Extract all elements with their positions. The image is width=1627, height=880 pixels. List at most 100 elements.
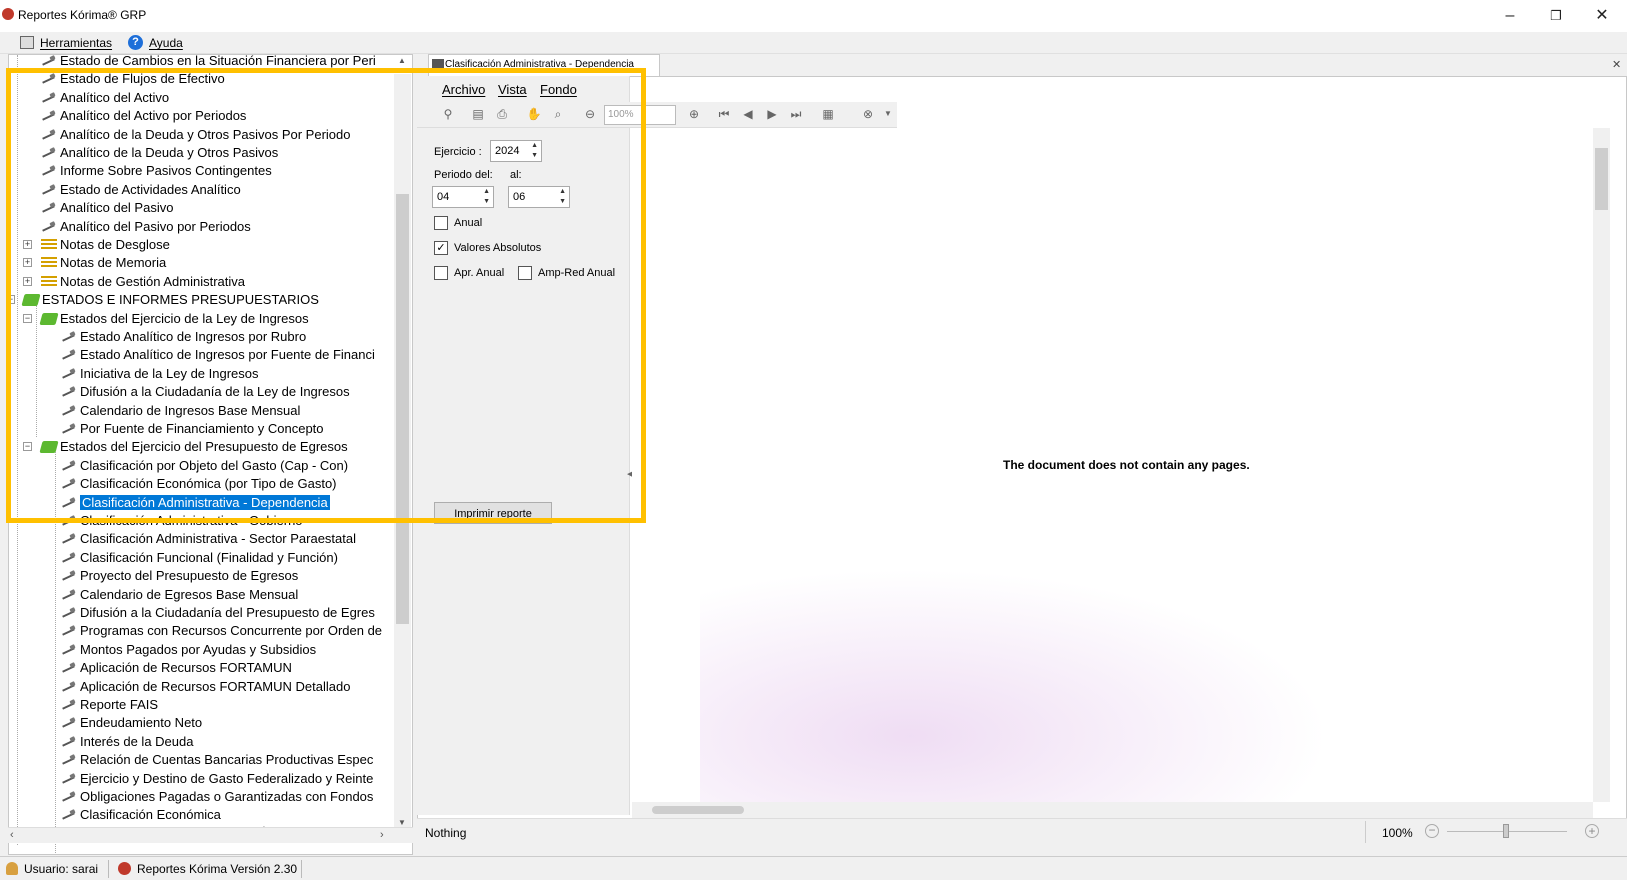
- tree-item[interactable]: Notas de Gestión Administrativa: [41, 273, 245, 291]
- tree-item[interactable]: Calendario de Ingresos Base Mensual: [61, 402, 300, 420]
- tree-item[interactable]: Difusión a la Ciudadanía de la Ley de In…: [61, 383, 350, 401]
- tree-item[interactable]: Clasificación por Objeto del Gasto (Cap …: [61, 457, 348, 475]
- tree-item[interactable]: Programas con Recursos Concurrente por O…: [61, 622, 382, 640]
- prev-page-icon[interactable]: ◀: [740, 106, 756, 122]
- tree-item[interactable]: Relación de Cuentas Bancarias Productiva…: [61, 751, 373, 769]
- tree-item[interactable]: Aplicación de Recursos FORTAMUN Detallad…: [61, 678, 350, 696]
- tree-item[interactable]: Clasificación Administrativa - Gobierno: [61, 512, 303, 530]
- expand-icon[interactable]: +: [23, 240, 32, 249]
- tree-item[interactable]: Clasificación Funcional (Finalidad y Fun…: [61, 549, 338, 567]
- spinner-arrows-icon[interactable]: ▲ ▼: [483, 187, 490, 207]
- tree-item[interactable]: Ejercicio y Destino de Gasto Federalizad…: [61, 770, 373, 788]
- last-page-icon[interactable]: ⏭: [788, 106, 804, 122]
- expand-icon[interactable]: +: [23, 258, 32, 268]
- periodo-from-spinner[interactable]: 04 ▲ ▼: [432, 186, 494, 208]
- menu-tools[interactable]: Herramientas: [40, 36, 112, 50]
- zoom-out-icon[interactable]: ⊖: [582, 106, 598, 122]
- first-page-icon[interactable]: ⏮: [716, 106, 732, 122]
- zoom-out-button[interactable]: −: [1425, 824, 1439, 838]
- tree-item[interactable]: ESTADOS E INFORMES PRESUPUESTARIOS: [21, 291, 319, 309]
- periodo-to-spinner[interactable]: 06 ▲ ▼: [508, 186, 570, 208]
- ejercicio-spinner[interactable]: 2024 ▲ ▼: [490, 140, 542, 162]
- spinner-arrows-icon[interactable]: ▲ ▼: [531, 141, 538, 161]
- tree-item[interactable]: Proyecto del Presupuesto de Egresos: [61, 567, 298, 585]
- close-preview-icon[interactable]: ⊗: [860, 106, 876, 122]
- zoom-in-icon[interactable]: ⊕: [686, 106, 702, 122]
- tree-item-label: Calendario de Ingresos Base Mensual: [80, 402, 301, 418]
- export-icon[interactable]: ▦: [820, 106, 836, 122]
- tree-item[interactable]: Informe Sobre Pasivos Contingentes: [41, 162, 272, 180]
- tree-item[interactable]: Clasificación Administrativa - Dependenc…: [61, 494, 330, 512]
- tree-horizontal-scrollbar[interactable]: ‹ ›: [8, 827, 413, 843]
- scroll-right-icon[interactable]: ›: [380, 829, 384, 841]
- tab-report[interactable]: Clasificación Administrativa - Dependenc…: [428, 54, 660, 76]
- anual-checkbox[interactable]: [434, 216, 448, 230]
- tree-item[interactable]: Analítico del Pasivo: [41, 199, 173, 217]
- tree-item[interactable]: Estado de Flujos de Efectivo: [41, 70, 225, 88]
- next-page-icon[interactable]: ▶: [764, 106, 780, 122]
- tree-item[interactable]: Difusión a la Ciudadanía del Presupuesto…: [61, 604, 375, 622]
- tree-item[interactable]: Estados del Ejercicio del Presupuesto de…: [39, 438, 348, 456]
- zoom-slider-thumb[interactable]: [1503, 824, 1509, 838]
- tree-item[interactable]: Por Fuente de Financiamiento y Concepto: [61, 420, 324, 438]
- tree-item[interactable]: Estado de Cambios en la Situación Financ…: [41, 54, 376, 70]
- scroll-left-icon[interactable]: ‹: [10, 829, 14, 841]
- tree-item[interactable]: Reporte FAIS: [61, 696, 158, 714]
- tree-item[interactable]: Montos Pagados por Ayudas y Subsidios: [61, 641, 316, 659]
- spinner-arrows-icon[interactable]: ▲ ▼: [559, 187, 566, 207]
- tab-close-button[interactable]: ✕: [1612, 58, 1621, 71]
- menu-help[interactable]: Ayuda: [149, 36, 183, 50]
- zoom-in-button[interactable]: +: [1585, 824, 1599, 838]
- tree-item[interactable]: Analítico del Activo: [41, 89, 169, 107]
- preview-horizontal-scrollbar[interactable]: [632, 802, 1593, 818]
- magnifier-icon[interactable]: ⌕: [550, 106, 566, 122]
- open-icon[interactable]: ▤: [470, 106, 486, 122]
- print-icon[interactable]: ⎙: [494, 106, 510, 122]
- menu-vista[interactable]: Vista: [498, 82, 527, 97]
- print-report-button[interactable]: Imprimir reporte: [434, 502, 552, 524]
- preview-vertical-scrollbar[interactable]: [1593, 128, 1610, 802]
- expand-icon[interactable]: +: [23, 276, 32, 286]
- tree-item[interactable]: Interés de la Deuda: [61, 733, 193, 751]
- tree-item[interactable]: Endeudamiento Neto: [61, 714, 202, 732]
- valores-absolutos-checkbox[interactable]: ✓: [434, 241, 448, 255]
- toolbar-more-icon[interactable]: ▼: [880, 106, 896, 122]
- collapse-icon[interactable]: −: [9, 295, 15, 305]
- report-tree[interactable]: Estado de Cambios en la Situación Financ…: [8, 54, 413, 855]
- tree-item[interactable]: Estado de Actividades Analítico: [41, 181, 241, 199]
- search-icon[interactable]: ⚲: [440, 106, 456, 122]
- tree-item[interactable]: Analítico de la Deuda y Otros Pasivos Po…: [41, 126, 350, 144]
- hand-tool-icon[interactable]: ✋: [526, 106, 542, 122]
- tree-item[interactable]: Clasificación Administrativa - Sector Pa…: [61, 530, 356, 548]
- tree-item[interactable]: Estados del Ejercicio de la Ley de Ingre…: [39, 310, 309, 328]
- tree-item[interactable]: Estado Analítico de Ingresos por Fuente …: [61, 346, 375, 364]
- amp-red-anual-checkbox[interactable]: [518, 266, 532, 280]
- tree-item[interactable]: Analítico del Activo por Periodos: [41, 107, 246, 125]
- apr-anual-checkbox[interactable]: [434, 266, 448, 280]
- scroll-up-icon[interactable]: ▲: [398, 56, 406, 65]
- menu-archivo[interactable]: Archivo: [442, 82, 485, 97]
- restore-button[interactable]: ❐: [1533, 4, 1579, 28]
- preview-hscroll-thumb[interactable]: [652, 806, 744, 814]
- tree-item[interactable]: Notas de Memoria: [41, 254, 166, 272]
- tree-item[interactable]: Calendario de Egresos Base Mensual: [61, 586, 298, 604]
- zoom-combo[interactable]: 100%: [604, 105, 676, 125]
- tree-item[interactable]: Clasificación Económica: [61, 806, 221, 824]
- collapse-icon[interactable]: −: [23, 313, 32, 323]
- tree-item[interactable]: Analítico de la Deuda y Otros Pasivos: [41, 144, 278, 162]
- tree-item[interactable]: Obligaciones Pagadas o Garantizadas con …: [61, 788, 373, 806]
- tree-item[interactable]: Estado Analítico de Ingresos por Rubro: [61, 328, 306, 346]
- collapse-icon[interactable]: −: [23, 442, 32, 452]
- minimize-button[interactable]: –: [1487, 4, 1533, 28]
- scroll-down-icon[interactable]: ▼: [398, 818, 406, 827]
- tree-item[interactable]: Iniciativa de la Ley de Ingresos: [61, 365, 259, 383]
- tree-item[interactable]: Analítico del Pasivo por Periodos: [41, 218, 251, 236]
- tree-item[interactable]: Notas de Desglose: [41, 236, 170, 254]
- tree-item-label: Estado de Cambios en la Situación Financ…: [60, 54, 376, 68]
- menu-fondo[interactable]: Fondo: [540, 82, 577, 97]
- tree-scroll-thumb[interactable]: [396, 194, 409, 624]
- tree-item[interactable]: Aplicación de Recursos FORTAMUN: [61, 659, 292, 677]
- close-button[interactable]: ✕: [1579, 4, 1625, 28]
- preview-scroll-thumb[interactable]: [1595, 148, 1608, 210]
- tree-item[interactable]: Clasificación Económica (por Tipo de Gas…: [61, 475, 337, 493]
